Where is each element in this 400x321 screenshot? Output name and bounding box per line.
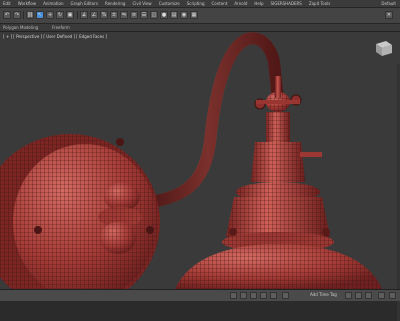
undo-icon[interactable]: ↶ bbox=[3, 11, 11, 19]
menu-item-customize[interactable]: Customize bbox=[159, 0, 180, 7]
menu-item-scripting[interactable]: Scripting bbox=[187, 0, 205, 7]
mirror-icon[interactable]: ⇋ bbox=[120, 11, 128, 19]
play-next-icon[interactable] bbox=[365, 292, 372, 299]
viewport-label[interactable]: [ + ] [ Perspective ] [ User Defined ] [… bbox=[3, 34, 107, 39]
menu-item-rendering[interactable]: Rendering bbox=[105, 0, 125, 7]
toolbar-separator bbox=[23, 11, 24, 19]
align-icon[interactable]: ≡ bbox=[130, 11, 138, 19]
main-toolbar: ↶ ↷ ⛓ ↖ ✛ ↻ ▣ ∡ ∠ % ± ⇋ ≡ ☰ ◫ ● ▤ ◉ ▦ ✕ bbox=[0, 8, 400, 24]
menu-item-sigershaders[interactable]: SIGERSHADERS bbox=[271, 0, 302, 7]
material-editor-icon[interactable]: ● bbox=[160, 11, 168, 19]
lock-icon[interactable] bbox=[230, 292, 237, 299]
scale-icon[interactable]: ▣ bbox=[66, 11, 74, 19]
orbit-icon[interactable] bbox=[389, 292, 396, 299]
lamp-socket bbox=[222, 112, 334, 252]
viewcube[interactable] bbox=[372, 38, 394, 58]
menu-bar: Edit Workflow Animation Graph Editors Render… bbox=[0, 0, 400, 8]
menu-item-content[interactable]: Content bbox=[212, 0, 228, 7]
toolbar-separator bbox=[77, 11, 78, 19]
grid-icon[interactable] bbox=[282, 292, 289, 299]
y-field-icon[interactable] bbox=[260, 292, 267, 299]
menu-item-animation[interactable]: Animation bbox=[43, 0, 63, 7]
rotate-icon[interactable]: ↻ bbox=[56, 11, 64, 19]
lamp-shade bbox=[175, 244, 382, 289]
status-bar: Add Time Tag bbox=[0, 289, 400, 301]
move-icon[interactable]: ✛ bbox=[46, 11, 54, 19]
redo-icon[interactable]: ↷ bbox=[13, 11, 21, 19]
ribbon: Polygon Modeling Freeform bbox=[0, 24, 400, 32]
percent-snap-icon[interactable]: % bbox=[100, 11, 108, 19]
angle-snap-icon[interactable]: ∠ bbox=[90, 11, 98, 19]
render-icon[interactable]: ◉ bbox=[180, 11, 188, 19]
workspace-label[interactable]: Default bbox=[381, 0, 396, 7]
absolute-mode-icon[interactable] bbox=[240, 292, 247, 299]
menu-item-edit[interactable]: Edit bbox=[3, 0, 11, 7]
snap-icon[interactable]: ∡ bbox=[80, 11, 88, 19]
ribbon-tab-freeform[interactable]: Freeform bbox=[52, 24, 70, 31]
menu-items: Edit Workflow Animation Graph Editors Render… bbox=[3, 0, 330, 7]
zoom-icon[interactable] bbox=[378, 292, 385, 299]
play-prev-icon[interactable] bbox=[345, 292, 352, 299]
render-setup-icon[interactable]: ▤ bbox=[170, 11, 178, 19]
layers-icon[interactable]: ☰ bbox=[140, 11, 148, 19]
play-icon[interactable] bbox=[355, 292, 362, 299]
x-field-icon[interactable] bbox=[250, 292, 257, 299]
joint bbox=[254, 76, 302, 112]
perspective-viewport[interactable] bbox=[0, 32, 400, 321]
menu-item-help[interactable]: Help bbox=[254, 0, 263, 7]
graph-icon[interactable]: ◫ bbox=[150, 11, 158, 19]
menu-item-zapit-tools[interactable]: Zapit Tools bbox=[309, 0, 331, 7]
link-icon[interactable]: ⛓ bbox=[26, 11, 34, 19]
add-time-tag[interactable]: Add Time Tag bbox=[310, 292, 337, 297]
model-render bbox=[0, 32, 382, 310]
ribbon-tab-polygon-modeling[interactable]: Polygon Modeling bbox=[3, 24, 38, 31]
render-frame-icon[interactable]: ▦ bbox=[190, 11, 198, 19]
window-close-icon[interactable]: ✕ bbox=[385, 11, 393, 19]
menu-item-arnold[interactable]: Arnold bbox=[234, 0, 247, 7]
select-icon[interactable]: ↖ bbox=[36, 11, 44, 19]
z-field-icon[interactable] bbox=[270, 292, 277, 299]
spinner-snap-icon[interactable]: ± bbox=[110, 11, 118, 19]
menu-item-graph-editors[interactable]: Graph Editors bbox=[71, 0, 98, 7]
menu-item-workflow[interactable]: Workflow bbox=[18, 0, 36, 7]
menu-item-civil-view[interactable]: Civil View bbox=[132, 0, 151, 7]
